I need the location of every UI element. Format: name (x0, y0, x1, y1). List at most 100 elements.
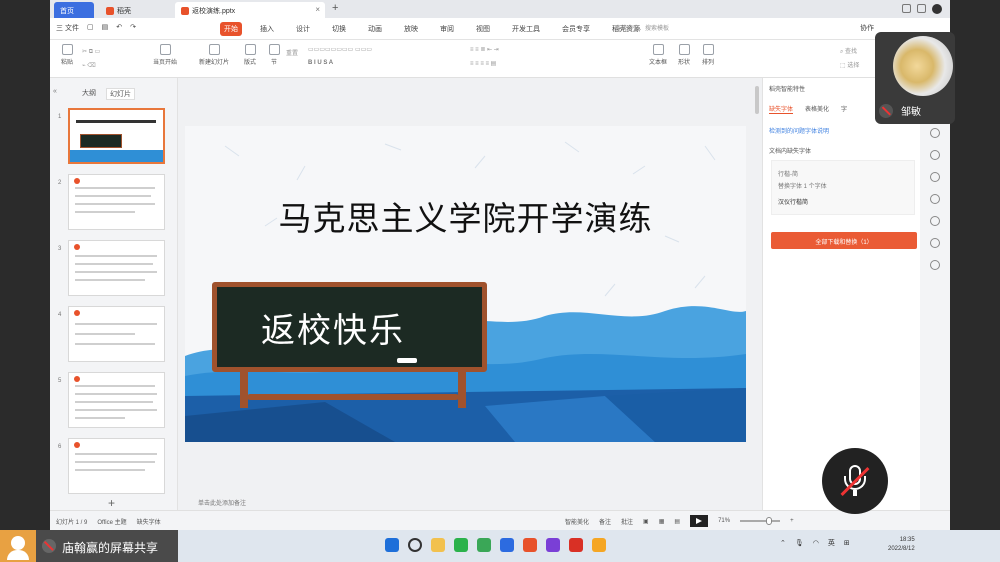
zoom-slider-knob[interactable] (766, 517, 773, 525)
system-clock[interactable]: 18:35 2022/8/12 (888, 536, 915, 554)
image-icon[interactable] (930, 216, 940, 226)
new-slide-button[interactable]: 新建幻灯片 (195, 44, 233, 74)
wps-icon[interactable] (523, 538, 537, 552)
language-icon[interactable]: ⊞ (844, 539, 850, 547)
menu-tab-member[interactable]: 会员专享 (558, 22, 594, 36)
redo-icon[interactable]: ↷ (130, 23, 136, 33)
tab-table-beautify[interactable]: 表格美化 (805, 104, 829, 114)
zoom-level[interactable]: 71% (718, 518, 730, 524)
participant-video-tile[interactable]: 邹敏 (875, 32, 955, 124)
font-selectors[interactable]: ▭▭▭▭▭▭▭▭ ▭▭▭ (308, 46, 372, 53)
missing-font-card[interactable]: 行楷-简 替换字体 1 个字体 汉仪行楷简 (771, 160, 915, 215)
paste-button[interactable]: 粘贴 (56, 44, 78, 74)
arrange-button[interactable]: 排列 (698, 44, 718, 74)
pdf-icon[interactable] (569, 538, 583, 552)
current-slide[interactable]: 马克思主义学院开学演练 返校快乐 (185, 126, 746, 442)
close-tab-icon[interactable]: × (315, 5, 320, 14)
vertical-scrollbar[interactable] (755, 86, 759, 114)
animation-icon[interactable] (930, 172, 940, 182)
user-avatar[interactable] (932, 4, 942, 14)
presenter-avatar[interactable] (0, 530, 36, 562)
section-button[interactable]: 节 (264, 44, 284, 74)
normal-view-icon[interactable]: ▣ (643, 518, 649, 525)
tab-missing-fonts[interactable]: 缺失字体 (769, 104, 794, 114)
menu-tab-review[interactable]: 审阅 (436, 22, 458, 36)
zoom-in-icon[interactable]: + (790, 518, 794, 524)
tab-document[interactable]: 返校演练.pptx × (175, 2, 325, 18)
font-help-link[interactable]: 检测到的问题字体说明 (769, 126, 829, 135)
download-replace-all-button[interactable]: 全部下载和替换（1） (771, 232, 917, 249)
chat-icon[interactable] (477, 538, 491, 552)
slide-title[interactable]: 马克思主义学院开学演练 (185, 192, 746, 240)
print-icon[interactable]: ▤ (102, 23, 109, 33)
settings-icon[interactable] (930, 238, 940, 248)
menu-tab-transition[interactable]: 切换 (328, 22, 350, 36)
slide-thumbnail-2[interactable] (68, 174, 165, 230)
slide-thumbnail-5[interactable] (68, 372, 165, 428)
clipboard-tools[interactable]: ✂ ⧉ ▭ (82, 48, 100, 56)
network-icon[interactable]: ◠ (813, 539, 819, 547)
help-icon[interactable] (930, 194, 940, 204)
slide-thumbnail-3[interactable] (68, 240, 165, 296)
find-button[interactable]: ⌕ 查找 (840, 46, 857, 56)
menu-tab-developer[interactable]: 开发工具 (508, 22, 544, 36)
wechat-icon[interactable] (454, 538, 468, 552)
app-icon[interactable] (546, 538, 560, 552)
font-style-tools[interactable]: B I U S A (308, 60, 333, 66)
align-tools[interactable]: ≡ ≡ ≡ ≡ ▤ (470, 60, 496, 67)
chalkboard[interactable]: 返校快乐 (212, 282, 487, 372)
add-slide-button[interactable]: + (108, 496, 115, 510)
start-menu-icon[interactable] (385, 538, 399, 552)
textbox-button[interactable]: 文本框 (646, 44, 670, 74)
file-menu[interactable]: 三 文件 (56, 23, 79, 33)
menu-tab-insert[interactable]: 插入 (256, 22, 278, 36)
slide-thumbnail-6[interactable] (68, 438, 165, 494)
style-icon[interactable] (930, 150, 940, 160)
menu-tab-design[interactable]: 设计 (292, 22, 314, 36)
tab-slides[interactable]: 幻灯片 (106, 88, 135, 100)
shape-button[interactable]: 形状 (674, 44, 694, 74)
more-icon[interactable] (930, 260, 940, 270)
notes-field[interactable]: 单击此处添加备注 (178, 498, 762, 510)
play-current-button[interactable]: 当页开始 (148, 44, 182, 74)
select-button[interactable]: ⬚ 选择 (840, 60, 859, 69)
sorter-view-icon[interactable]: ▦ (659, 518, 665, 525)
zoom-slider[interactable] (740, 517, 781, 525)
property-icon[interactable] (930, 128, 940, 138)
screen-share-label[interactable]: 庙翰赢的屏幕共享 (36, 530, 178, 562)
search-icon[interactable] (408, 538, 422, 552)
reading-view-icon[interactable]: ▤ (674, 518, 680, 525)
smart-beautify-button[interactable]: 智能美化 (565, 517, 589, 526)
file-explorer-icon[interactable] (431, 538, 445, 552)
reset-button[interactable]: 重置 (286, 48, 298, 57)
slideshow-play-button[interactable] (690, 515, 709, 527)
slide-thumbnail-1[interactable] (68, 108, 165, 164)
new-tab-button[interactable]: + (332, 2, 338, 14)
menu-tab-animation[interactable]: 动画 (364, 22, 386, 36)
command-search-input[interactable]: 查找命令、搜索模板 (615, 23, 700, 35)
ppt-icon[interactable] (592, 538, 606, 552)
missing-font-status[interactable]: 缺失字体 (137, 517, 161, 526)
collapse-panel-icon[interactable]: « (53, 88, 57, 95)
notes-toggle[interactable]: 备注 (599, 517, 611, 526)
tab-font[interactable]: 字 (841, 104, 847, 114)
edge-icon[interactable] (500, 538, 514, 552)
tab-docer[interactable]: 稻壳 (100, 2, 170, 18)
menu-tab-slideshow[interactable]: 放映 (400, 22, 422, 36)
layout-button[interactable]: 版式 (240, 44, 260, 74)
tray-expand-icon[interactable]: ⌃ (780, 539, 786, 547)
layout-icon[interactable] (902, 4, 911, 13)
ime-indicator[interactable]: 英 (828, 538, 835, 548)
tab-home[interactable]: 首页 (54, 2, 94, 18)
menu-tab-home[interactable]: 开始 (220, 22, 242, 36)
menu-tab-view[interactable]: 视图 (472, 22, 494, 36)
tab-outline[interactable]: 大纲 (82, 88, 96, 100)
undo-icon[interactable]: ↶ (116, 23, 122, 33)
format-painter[interactable]: ⌁ ⌫ (82, 62, 96, 69)
save-icon[interactable]: ▢ (87, 23, 94, 33)
comments-toggle[interactable]: 批注 (621, 517, 633, 526)
mute-toggle-button[interactable] (822, 448, 888, 514)
slide-thumbnail-4[interactable] (68, 306, 165, 362)
mic-tray-icon[interactable]: 🎙 (795, 539, 804, 547)
collab-button[interactable]: 协作 (860, 23, 874, 33)
